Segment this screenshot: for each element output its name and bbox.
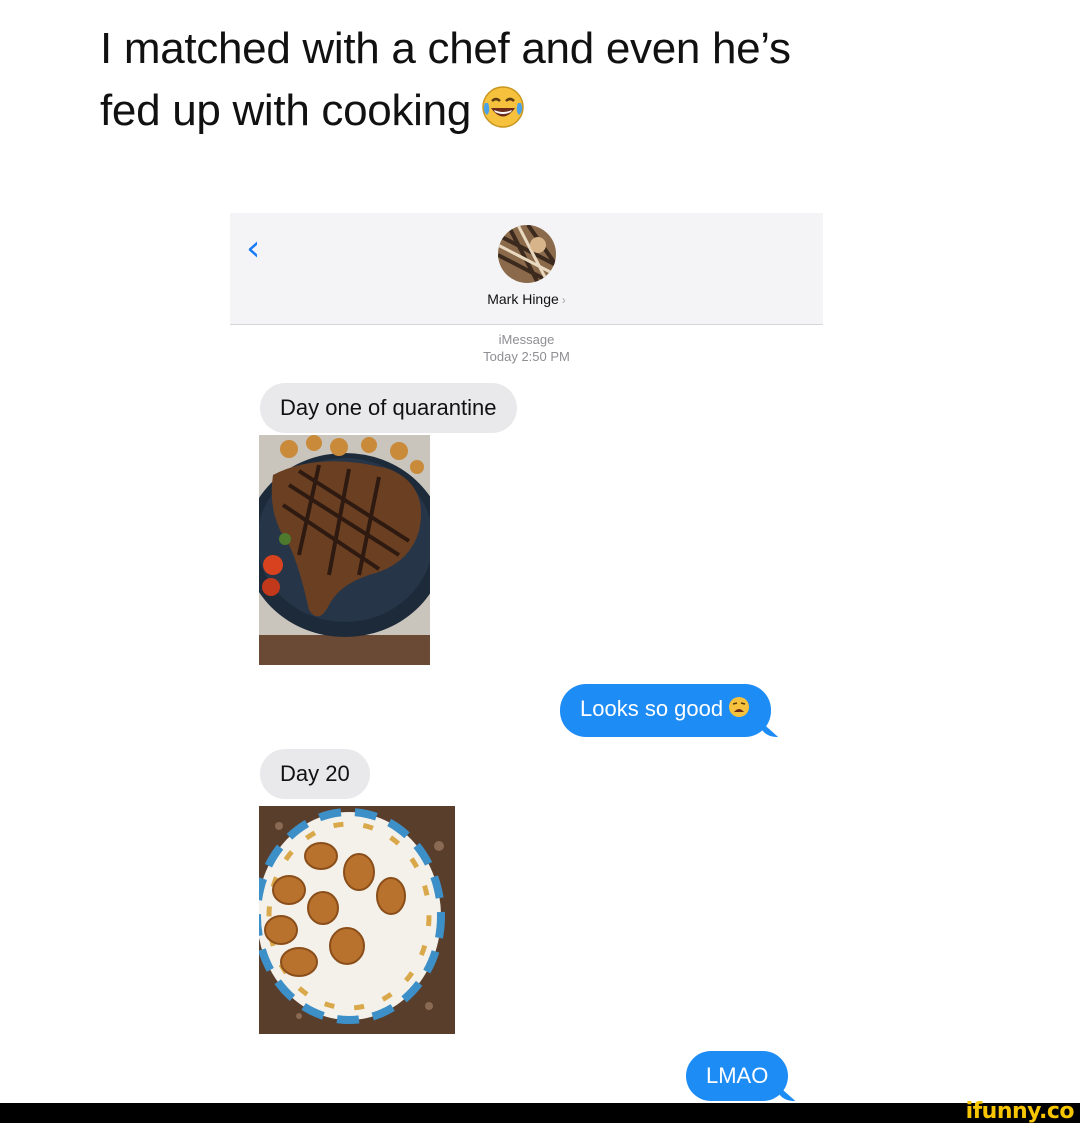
contact-avatar[interactable]	[498, 225, 556, 283]
caption-line-1: I matched with a chef and even he’s	[100, 24, 791, 73]
back-chevron-icon[interactable]: ‹	[246, 231, 276, 267]
outgoing-message-text: Looks so good	[580, 696, 724, 721]
weary-face-emoji-icon	[727, 695, 751, 726]
outgoing-message-bubble-2[interactable]: LMAO	[686, 1051, 789, 1101]
contact-chevron-icon: ›	[561, 293, 566, 307]
conversation-header: ‹ Mark Hinge ›	[230, 213, 823, 325]
tears-of-joy-emoji-icon	[479, 83, 527, 148]
footer-bar	[0, 1103, 1080, 1123]
service-label: iMessage	[498, 332, 555, 347]
incoming-message-bubble-2[interactable]: Day 20	[260, 749, 370, 799]
outgoing-message-bubble[interactable]: Looks so good	[560, 684, 772, 737]
message-meta: iMessage Today 2:50 PM	[230, 331, 823, 365]
timestamp: Today 2:50 PM	[483, 349, 570, 364]
chicken-nuggets-photo[interactable]	[259, 806, 455, 1034]
caption: I matched with a chef and even he’s fed …	[100, 18, 1000, 148]
contact-name: Mark Hinge	[487, 291, 559, 307]
ifunny-watermark: ifunny.co	[965, 1099, 1075, 1124]
imessage-screen: ‹ Mark Hinge › iMessage Today 2:50 PM Da…	[230, 213, 823, 1103]
caption-line-2: fed up with cooking	[100, 80, 1000, 148]
steak-photo[interactable]	[259, 435, 430, 665]
incoming-message-bubble[interactable]: Day one of quarantine	[260, 383, 517, 433]
contact-name-button[interactable]: Mark Hinge ›	[230, 291, 823, 307]
caption-line-2-text: fed up with cooking	[100, 86, 471, 135]
